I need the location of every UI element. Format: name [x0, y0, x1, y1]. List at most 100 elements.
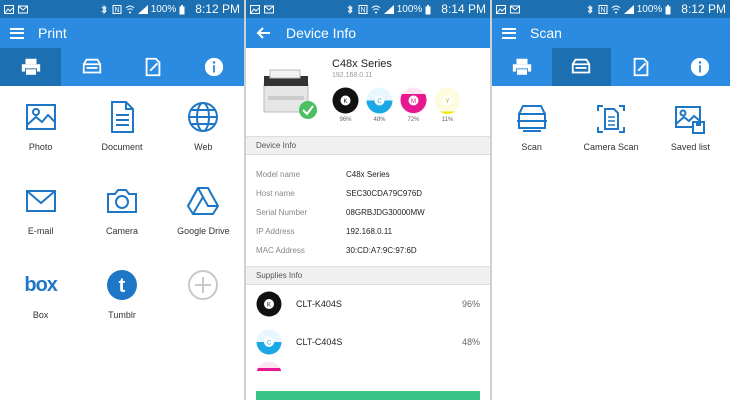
- photo-icon: [25, 104, 56, 130]
- image-notification-icon: [4, 4, 14, 14]
- print-tumblr-item[interactable]: t Tumblr: [81, 268, 162, 352]
- item-label: Photo: [28, 142, 53, 152]
- supply-row-magenta-partial: [246, 361, 490, 371]
- device-name: C48x Series: [332, 58, 392, 70]
- tab-scan[interactable]: [551, 48, 611, 86]
- tab-info[interactable]: [183, 48, 244, 86]
- bluetooth-icon: [99, 4, 109, 14]
- item-label: Google Drive: [177, 226, 230, 236]
- menu-icon[interactable]: [10, 27, 24, 39]
- action-button[interactable]: [256, 391, 480, 400]
- status-bar: N 100% 8:12 PM: [492, 0, 730, 18]
- battery-icon: [665, 4, 675, 14]
- svg-text:Y: Y: [445, 99, 449, 105]
- tab-scan[interactable]: [61, 48, 122, 86]
- clock: 8:12 PM: [681, 2, 726, 16]
- back-arrow-icon[interactable]: [256, 25, 272, 41]
- supply-row-black[interactable]: K CLT-K404S 96%: [246, 285, 490, 323]
- printer-icon: [21, 58, 40, 76]
- toner-yellow-icon: Y: [434, 87, 461, 114]
- tab-edit[interactable]: [122, 48, 183, 86]
- item-label: Tumblr: [108, 310, 136, 320]
- svg-text:t: t: [119, 275, 126, 297]
- item-label: Saved list: [670, 142, 710, 152]
- info-row: Model name C48x Series: [256, 165, 490, 184]
- tab-edit[interactable]: [611, 48, 671, 86]
- info-row: MAC Address 30:CD:A7:9C:97:6D: [256, 241, 490, 260]
- tab-bar: [492, 48, 730, 86]
- info-row: Host name SEC30CDA79C976D: [256, 184, 490, 203]
- wifi-icon: [125, 5, 135, 14]
- print-photo-item[interactable]: Photo: [0, 100, 81, 184]
- tab-info[interactable]: [671, 48, 730, 86]
- add-icon: [188, 270, 219, 300]
- supply-percent: 96%: [461, 299, 480, 309]
- page-title: Scan: [530, 25, 562, 41]
- svg-text:N: N: [360, 7, 365, 14]
- device-info-screen: N 100% 8:14 PM Device Info C48x Series 1…: [246, 0, 490, 400]
- svg-text:C: C: [267, 341, 272, 347]
- battery-percent: 100%: [396, 3, 423, 15]
- printer-icon: [512, 58, 531, 76]
- document-edit-icon: [145, 57, 160, 77]
- saved-list-item[interactable]: Saved list: [651, 102, 730, 182]
- scanner-icon: [516, 105, 547, 132]
- print-web-item[interactable]: Web: [163, 100, 244, 184]
- scan-options-grid: Scan Camera Scan Saved list: [492, 86, 730, 182]
- bluetooth-icon: [585, 4, 595, 14]
- device-ip: 192.168.0.11: [332, 72, 373, 79]
- camera-scan-icon: [596, 105, 625, 133]
- printer-icon: [263, 69, 317, 119]
- item-label: Camera Scan: [583, 142, 639, 152]
- print-email-item[interactable]: E-mail: [0, 184, 81, 268]
- toner-cyan: C 48%: [366, 87, 393, 123]
- item-label: Scan: [521, 142, 542, 152]
- nfc-icon: N: [358, 4, 368, 14]
- info-value: 30:CD:A7:9C:97:6D: [346, 246, 417, 255]
- info-icon: [204, 57, 223, 77]
- item-label: Box: [32, 310, 49, 320]
- toner-magenta: M 72%: [400, 87, 427, 123]
- info-key: Host name: [256, 189, 295, 198]
- printer-image: [260, 66, 320, 122]
- document-icon: [110, 101, 134, 133]
- device-info-header: Device Info: [246, 136, 490, 155]
- print-document-item[interactable]: Document: [81, 100, 162, 184]
- google-drive-icon: [187, 187, 220, 215]
- status-bar: N 100% 8:12 PM: [0, 0, 244, 18]
- supply-name: CLT-K404S: [296, 299, 342, 309]
- info-icon: [691, 57, 710, 77]
- item-label: E-mail: [27, 226, 54, 236]
- info-value: SEC30CDA79C976D: [346, 189, 423, 198]
- scan-item[interactable]: Scan: [492, 102, 571, 182]
- box-logo: box: [24, 274, 58, 296]
- app-bar: Scan: [492, 18, 730, 48]
- add-source-item[interactable]: [163, 268, 244, 352]
- saved-list-icon: [675, 106, 706, 134]
- menu-icon[interactable]: [502, 27, 516, 39]
- battery-percent: 100%: [636, 3, 663, 15]
- signal-icon: [623, 4, 634, 14]
- envelope-icon: [25, 190, 56, 212]
- tab-print[interactable]: [492, 48, 552, 86]
- supply-percent: 48%: [461, 337, 480, 347]
- camera-scan-item[interactable]: Camera Scan: [571, 102, 650, 182]
- info-key: Serial Number: [256, 208, 308, 217]
- status-bar: N 100% 8:14 PM: [246, 0, 490, 18]
- supply-row-cyan[interactable]: C CLT-C404S 48%: [246, 323, 490, 361]
- tab-print[interactable]: [0, 48, 61, 86]
- mail-notification-icon: [18, 5, 28, 14]
- scanner-icon: [82, 58, 101, 74]
- tab-bar: [0, 48, 244, 86]
- signal-icon: [383, 4, 394, 14]
- info-key: MAC Address: [256, 246, 305, 255]
- print-google-drive-item[interactable]: Google Drive: [163, 184, 244, 268]
- print-box-item[interactable]: box Box: [0, 268, 81, 352]
- toner-black: K 96%: [332, 87, 359, 123]
- document-edit-icon: [633, 57, 649, 77]
- device-header: C48x Series 192.168.0.11 K 96% C 48% M 7…: [246, 48, 490, 136]
- clock: 8:14 PM: [441, 2, 486, 16]
- mail-notification-icon: [264, 5, 274, 14]
- print-camera-item[interactable]: Camera: [81, 184, 162, 268]
- toner-magenta-icon: M: [400, 87, 427, 114]
